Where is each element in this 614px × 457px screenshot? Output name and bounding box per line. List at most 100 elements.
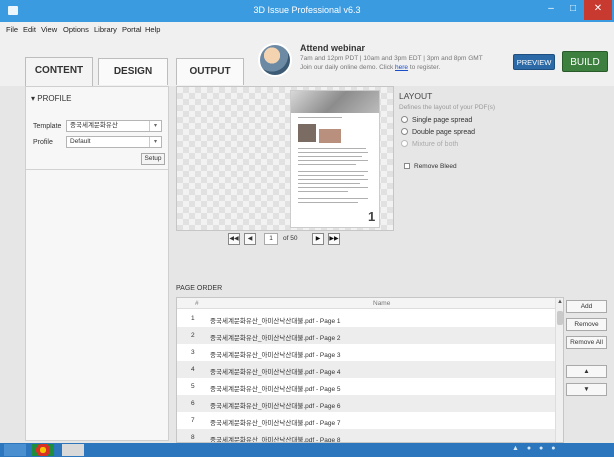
table-row[interactable]: 6 중국세계문화유산_아미산낙산대불.pdf - Page 6 [177,395,555,412]
thumbnail-text-line [298,179,368,180]
remove-button[interactable]: Remove [566,318,607,331]
profile-section-label: PROFILE [37,94,72,103]
template-value: 중국세계문화유산 [70,122,118,129]
profile-section-header[interactable]: ▾ PROFILE [31,94,71,103]
radio-label: Double page spread [412,129,476,136]
thumbnail-text-line [298,175,364,176]
menu-file[interactable]: File [6,25,18,34]
build-button[interactable]: BUILD [562,51,608,72]
profile-label: Profile [33,139,53,146]
preview-button[interactable]: PREVIEW [513,54,555,70]
menu-help[interactable]: Help [145,25,160,34]
table-row[interactable]: 5 중국세계문화유산_아미산낙산대불.pdf - Page 5 [177,378,555,395]
row-name: 중국세계문화유산_아미산낙산대불.pdf - Page 3 [210,352,341,359]
explorer-icon[interactable] [4,444,26,456]
table-row[interactable]: 1 중국세계문화유산_아미산낙산대불.pdf - Page 1 [177,310,555,327]
page-order-table: # Name 1 중국세계문화유산_아미산낙산대불.pdf - Page 1 2 중… [176,297,564,443]
prev-page-icon[interactable]: ◀ [244,233,256,245]
template-label: Template [33,123,62,130]
webinar-register-pre: Join our daily online demo. Click [300,64,396,71]
table-row[interactable]: 7 중국세계문화유산_아미산낙산대불.pdf - Page 7 [177,412,555,429]
minimize-button[interactable]: – [540,0,562,20]
thumbnail-text-line [298,164,356,165]
menu-view[interactable]: View [41,25,57,34]
profile-value: Default [70,138,91,145]
thumbnail-text-line [298,160,368,161]
table-scrollbar[interactable]: ▲ [555,298,563,442]
page-order-label: PAGE ORDER [176,285,223,292]
chrome-icon[interactable] [32,444,54,456]
header: CONTENT DESIGN OUTPUT Attend webinar 7am… [0,38,614,86]
column-header-number[interactable]: # [195,300,199,307]
row-name: 중국세계문화유산_아미산낙산대불.pdf - Page 2 [210,335,341,342]
webinar-title[interactable]: Attend webinar [300,43,365,53]
page-preview: 1 [176,86,394,231]
setup-button[interactable]: Setup [141,153,165,165]
menu-portal[interactable]: Portal [122,25,142,34]
row-number: 2 [191,332,195,339]
checkbox-icon [404,163,410,169]
radio-mixture-of-both[interactable]: Mixture of both [401,140,458,148]
thumbnail-banner [291,91,379,113]
layout-description: Defines the layout of your PDF(s) [399,104,496,111]
radio-label: Mixture of both [412,141,459,148]
table-row[interactable]: 8 중국세계문화유산_아미산낙산대불.pdf - Page 8 [177,429,555,443]
row-number: 5 [191,383,195,390]
maximize-button[interactable]: □ [562,0,584,20]
thumbnail-text-line [298,148,366,149]
system-tray[interactable]: ▲ ● ● ● [512,445,558,452]
scrollbar-thumb[interactable] [557,311,563,325]
row-number: 6 [191,400,195,407]
thumbnail-text-line [298,198,368,199]
menu-library[interactable]: Library [94,25,117,34]
template-select[interactable]: 중국세계문화유산 ▾ [66,120,162,132]
menu-edit[interactable]: Edit [23,25,36,34]
webinar-register-post: to register. [408,64,441,71]
webinar-register-link[interactable]: here [395,64,408,71]
radio-double-page-spread[interactable]: Double page spread [401,128,475,136]
table-row[interactable]: 2 중국세계문화유산_아미산낙산대불.pdf - Page 2 [177,327,555,344]
app-taskbar-icon[interactable] [62,444,84,456]
page-number-input[interactable]: 1 [264,233,278,245]
move-down-button[interactable]: ▼ [566,383,607,396]
tab-output[interactable]: OUTPUT [176,58,244,85]
page-total: of 50 [283,235,298,242]
column-header-name[interactable]: Name [373,300,390,307]
remove-all-button[interactable]: Remove All [566,336,607,349]
add-button[interactable]: Add [566,300,607,313]
title-bar: 3D Issue Professional v6.3 – □ ✕ [0,0,614,22]
row-number: 1 [191,315,195,322]
thumbnail-text-line [298,156,362,157]
menu-bar: File Edit View Options Library Portal He… [0,22,614,38]
radio-label: Single page spread [412,117,473,124]
radio-single-page-spread[interactable]: Single page spread [401,116,472,124]
row-name: 중국세계문화유산_아미산낙산대불.pdf - Page 8 [210,437,341,443]
thumbnail-text-line [298,187,368,188]
row-name: 중국세계문화유산_아미산낙산대불.pdf - Page 7 [210,420,341,427]
table-row[interactable]: 4 중국세계문화유산_아미산낙산대불.pdf - Page 4 [177,361,555,378]
tab-design[interactable]: DESIGN [98,58,168,85]
webinar-avatar[interactable] [258,43,292,77]
first-page-icon[interactable]: ◀◀ [228,233,240,245]
taskbar: ▲ ● ● ● [0,443,614,457]
chevron-down-icon: ▾ [149,137,161,147]
thumbnail-photo [298,124,316,142]
remove-bleed-checkbox[interactable]: Remove Bleed [404,163,457,170]
next-page-icon[interactable]: ▶ [312,233,324,245]
move-up-button[interactable]: ▲ [566,365,607,378]
close-button[interactable]: ✕ [584,0,612,20]
page-thumbnail: 1 [290,90,380,228]
profile-select[interactable]: Default ▾ [66,136,162,148]
table-row[interactable]: 3 중국세계문화유산_아미산낙산대불.pdf - Page 3 [177,344,555,361]
tab-content[interactable]: CONTENT [25,57,93,86]
radio-icon [401,116,408,123]
last-page-icon[interactable]: ▶▶ [328,233,340,245]
divider [26,169,168,170]
arrow-down-icon: ▼ [583,386,590,393]
window-title: 3D Issue Professional v6.3 [253,5,361,15]
menu-options[interactable]: Options [63,25,89,34]
row-number: 3 [191,349,195,356]
scroll-up-icon[interactable]: ▲ [556,299,563,305]
arrow-up-icon: ▲ [583,368,590,375]
thumbnail-text-line [298,202,358,203]
